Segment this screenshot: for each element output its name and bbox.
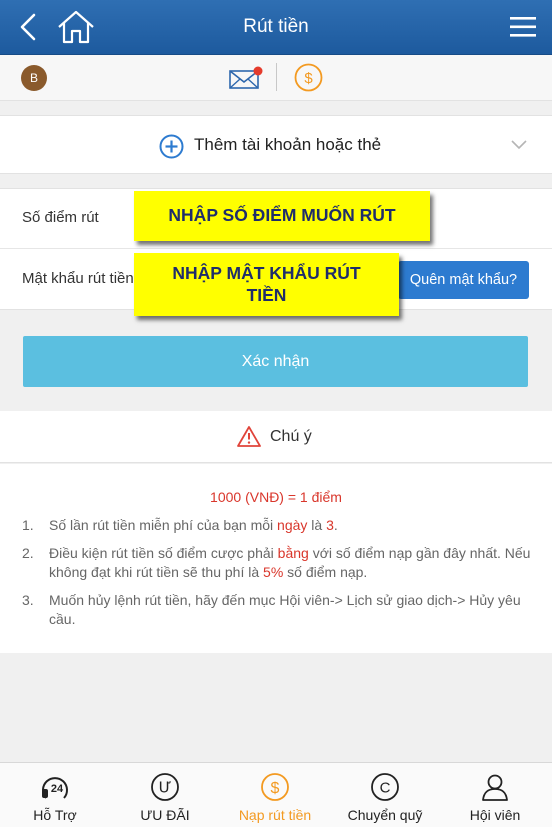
rule-item: 1. Số lần rút tiền miễn phí của bạn mỗi … xyxy=(22,517,338,533)
svg-text:24: 24 xyxy=(51,783,64,795)
svg-text:$: $ xyxy=(304,70,313,87)
page-title: Rút tiền xyxy=(243,16,309,37)
tab-label: Hỗ Trợ xyxy=(33,807,77,823)
tab-promotion[interactable]: Ư ƯU ĐÃI xyxy=(110,763,220,827)
password-label: Mật khẩu rút tiền xyxy=(22,270,134,287)
svg-text:Ư: Ư xyxy=(159,779,172,797)
bottom-tab-bar: 24 Hỗ Trợ Ư ƯU ĐÃI $ Nạp rút tiền C Chuy… xyxy=(0,762,552,827)
transfer-icon: C xyxy=(371,773,399,801)
confirm-button[interactable]: Xác nhận xyxy=(23,336,528,387)
password-note-line: TIỀN xyxy=(246,285,287,305)
tab-support[interactable]: 24 Hỗ Trợ xyxy=(0,763,110,827)
support-24-icon: 24 xyxy=(42,777,68,799)
rule-item: 2. Điều kiện rút tiền số điểm cược phải … xyxy=(22,545,531,580)
tab-label: Nạp rút tiền xyxy=(238,807,312,823)
tab-label: Hội viên xyxy=(469,807,521,823)
coin-icon[interactable]: $ xyxy=(294,63,323,92)
hamburger-menu-icon[interactable] xyxy=(510,15,536,39)
notice-title: Chú ý xyxy=(270,428,312,445)
points-label: Số điểm rút xyxy=(22,209,99,226)
notice-header: Chú ý xyxy=(0,411,552,463)
plus-circle-icon xyxy=(159,134,184,159)
user-toolbar: B $ xyxy=(0,55,552,101)
password-note-line: NHẬP MẬT KHẨU RÚT xyxy=(172,263,361,283)
deposit-withdraw-icon: $ xyxy=(261,773,289,801)
tab-label: Chuyển quỹ xyxy=(347,807,423,823)
svg-text:$: $ xyxy=(271,780,280,797)
svg-text:C: C xyxy=(380,780,391,797)
tab-label: ƯU ĐÃI xyxy=(140,807,190,823)
toolbar-divider xyxy=(276,63,277,91)
add-account-row[interactable]: Thêm tài khoản hoặc thẻ xyxy=(0,115,552,174)
promotion-icon: Ư xyxy=(151,773,179,801)
exchange-rate: 1000 (VNĐ) = 1 điểm xyxy=(210,489,342,505)
tab-transfer[interactable]: C Chuyển quỹ xyxy=(330,763,440,827)
notice-body: 1000 (VNĐ) = 1 điểm 1. Số lần rút tiền m… xyxy=(0,464,552,653)
mail-icon[interactable] xyxy=(229,66,263,90)
member-icon xyxy=(482,774,508,801)
avatar[interactable]: B xyxy=(21,65,47,91)
forgot-password-button[interactable]: Quên mật khẩu? xyxy=(398,261,529,299)
rule-item: 3. Muốn hủy lệnh rút tiền, hãy đến mục H… xyxy=(22,592,521,627)
password-annotation-note: NHẬP MẬT KHẨU RÚT TIỀN xyxy=(134,253,399,316)
warning-icon xyxy=(237,426,261,447)
tab-deposit-withdraw[interactable]: $ Nạp rút tiền xyxy=(220,763,330,827)
add-account-label: Thêm tài khoản hoặc thẻ xyxy=(194,135,382,154)
tab-member[interactable]: Hội viên xyxy=(440,763,550,827)
points-annotation-note: NHẬP SỐ ĐIỂM MUỐN RÚT xyxy=(134,191,430,241)
header-bar: Rút tiền xyxy=(0,0,552,55)
chevron-down-icon xyxy=(511,140,527,150)
